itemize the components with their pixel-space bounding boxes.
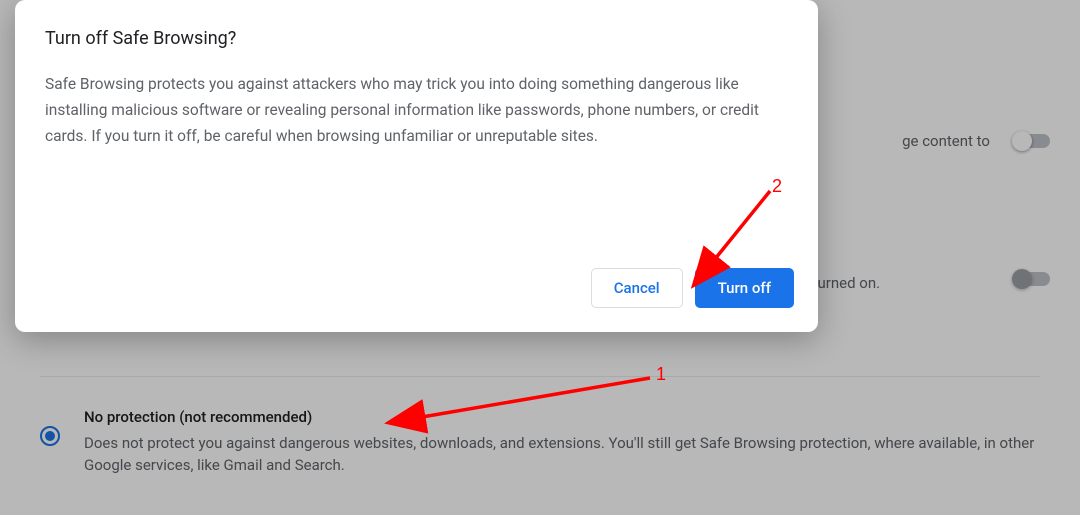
dialog-body: Safe Browsing protects you against attac… xyxy=(45,71,788,149)
turn-off-button[interactable]: Turn off xyxy=(695,268,794,308)
dialog-actions: Cancel Turn off xyxy=(591,268,794,308)
confirm-dialog: Turn off Safe Browsing? Safe Browsing pr… xyxy=(15,0,818,332)
cancel-button[interactable]: Cancel xyxy=(591,268,683,308)
dialog-title: Turn off Safe Browsing? xyxy=(45,28,788,49)
